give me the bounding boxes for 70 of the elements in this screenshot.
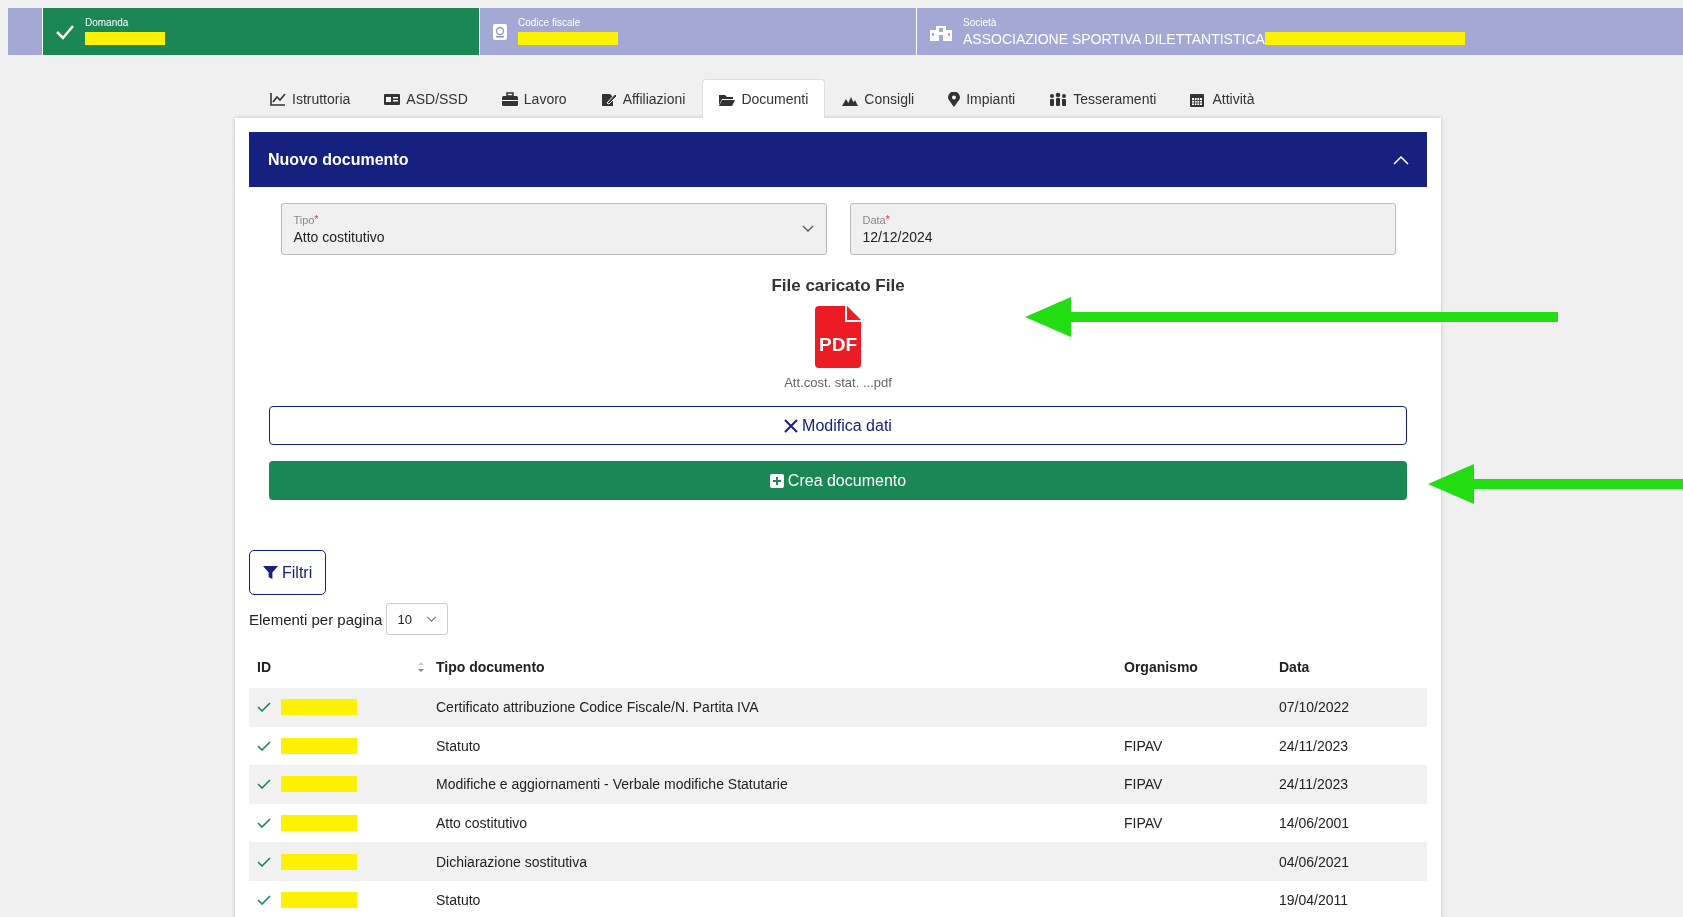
table-cell-text: FIPAV	[1123, 737, 1164, 754]
table-row[interactable]: Statuto 19/04/2011	[249, 880, 1427, 917]
table-cell-text: 24/11/2023	[1278, 737, 1350, 754]
panel-title: Nuovo documento	[268, 150, 409, 169]
tab[interactable]: Lavoro	[484, 79, 584, 118]
tab[interactable]: Attività	[1173, 79, 1272, 118]
file-name: Att.cost. stat. ...pdf	[784, 375, 892, 390]
table-cell-text: 07/10/2022	[1278, 699, 1351, 716]
tab[interactable]: Istruttoria	[253, 79, 368, 118]
people-icon	[1049, 91, 1068, 107]
column-header: Tipo documento	[436, 659, 545, 675]
table-cell-text: 19/04/2011	[1278, 892, 1350, 909]
upload-title: File caricato File	[771, 276, 905, 296]
panel-header[interactable]: Nuovo documento	[249, 132, 1427, 187]
column-header: Organismo	[1124, 659, 1198, 675]
table-row[interactable]: Atto costitutivo FIPAV 14/06/2001	[249, 803, 1427, 843]
create-button[interactable]: Crea documento	[269, 461, 1407, 500]
step-segment[interactable]: Domanda	[43, 8, 480, 55]
table-cell-text: 24/11/2023	[1278, 776, 1350, 793]
table-cell-text: Statuto	[436, 892, 482, 909]
table-cell-text: Modifiche e aggiornamenti - Verbale modifiche Statutarie	[436, 776, 789, 793]
tab[interactable]: Affiliazioni	[583, 79, 703, 118]
close-icon	[784, 418, 799, 433]
briefcase-icon	[501, 91, 518, 107]
table-row[interactable]: Dichiarazione sostitutiva 04/06/2021	[249, 842, 1427, 881]
check-icon	[257, 856, 271, 867]
table-cell-text: Dichiarazione sostitutiva	[436, 853, 588, 870]
table-cell-text: 04/06/2021	[1278, 853, 1351, 870]
calendar-icon	[1190, 91, 1207, 107]
page-size-label: Elementi per pagina	[249, 610, 383, 628]
table-cell-text: Atto costitutivo	[436, 815, 529, 832]
edit-button[interactable]: Modifica dati	[269, 406, 1407, 445]
step-value: ASSOCIAZIONE SPORTIVA DILETTANTISTICA	[963, 30, 1265, 47]
chart-icon	[270, 91, 286, 107]
pdf-file-icon: PDF	[815, 306, 861, 368]
chevron-down-icon	[425, 615, 437, 623]
table-cell-text: FIPAV	[1123, 815, 1164, 832]
table-cell-text: Certificato attribuzione Codice Fiscale/N. Partita IVA	[436, 699, 760, 716]
table-cell-text: Statuto	[436, 737, 482, 754]
id-card-icon	[492, 22, 508, 41]
table-cell-text: FIPAV	[1123, 776, 1164, 793]
check-icon	[257, 740, 271, 751]
check-icon	[55, 23, 75, 40]
column-header: Data	[1279, 659, 1310, 675]
tab[interactable]: Documenti	[702, 79, 826, 118]
filter-button[interactable]: Filtri	[249, 550, 327, 595]
tab[interactable]: Consigli	[825, 79, 932, 118]
check-icon	[257, 779, 271, 790]
check-icon	[257, 895, 271, 906]
chevron-down-icon	[801, 225, 814, 233]
check-icon	[257, 818, 271, 829]
check-icon	[257, 702, 271, 713]
signature-icon	[600, 91, 617, 107]
tab[interactable]: Impianti	[931, 79, 1033, 118]
step-label: Domanda	[85, 16, 130, 28]
filter-icon	[263, 565, 278, 580]
id-card-icon	[384, 91, 401, 107]
table-row[interactable]: Statuto FIPAV 24/11/2023	[249, 726, 1427, 766]
step-label: Codice fiscale	[518, 16, 582, 28]
table-cell-text: 14/06/2001	[1278, 815, 1351, 832]
table-row[interactable]: Modifiche e aggiornamenti - Verbale modifiche Statutarie FIPAV 24/11/2023	[249, 765, 1427, 804]
tab[interactable]: Tesseramenti	[1032, 79, 1174, 118]
sort-icon	[418, 662, 424, 672]
location-pin-icon	[948, 91, 961, 107]
plus-icon	[769, 473, 784, 488]
table-row[interactable]: Certificato attribuzione Codice Fiscale/N. Partita IVA 07/10/2022	[249, 688, 1427, 727]
page-size-select[interactable]: 10	[386, 603, 448, 635]
step-label: Società	[963, 16, 998, 28]
column-header[interactable]: ID	[257, 659, 271, 675]
tab[interactable]: ASD/SSD	[367, 79, 485, 118]
